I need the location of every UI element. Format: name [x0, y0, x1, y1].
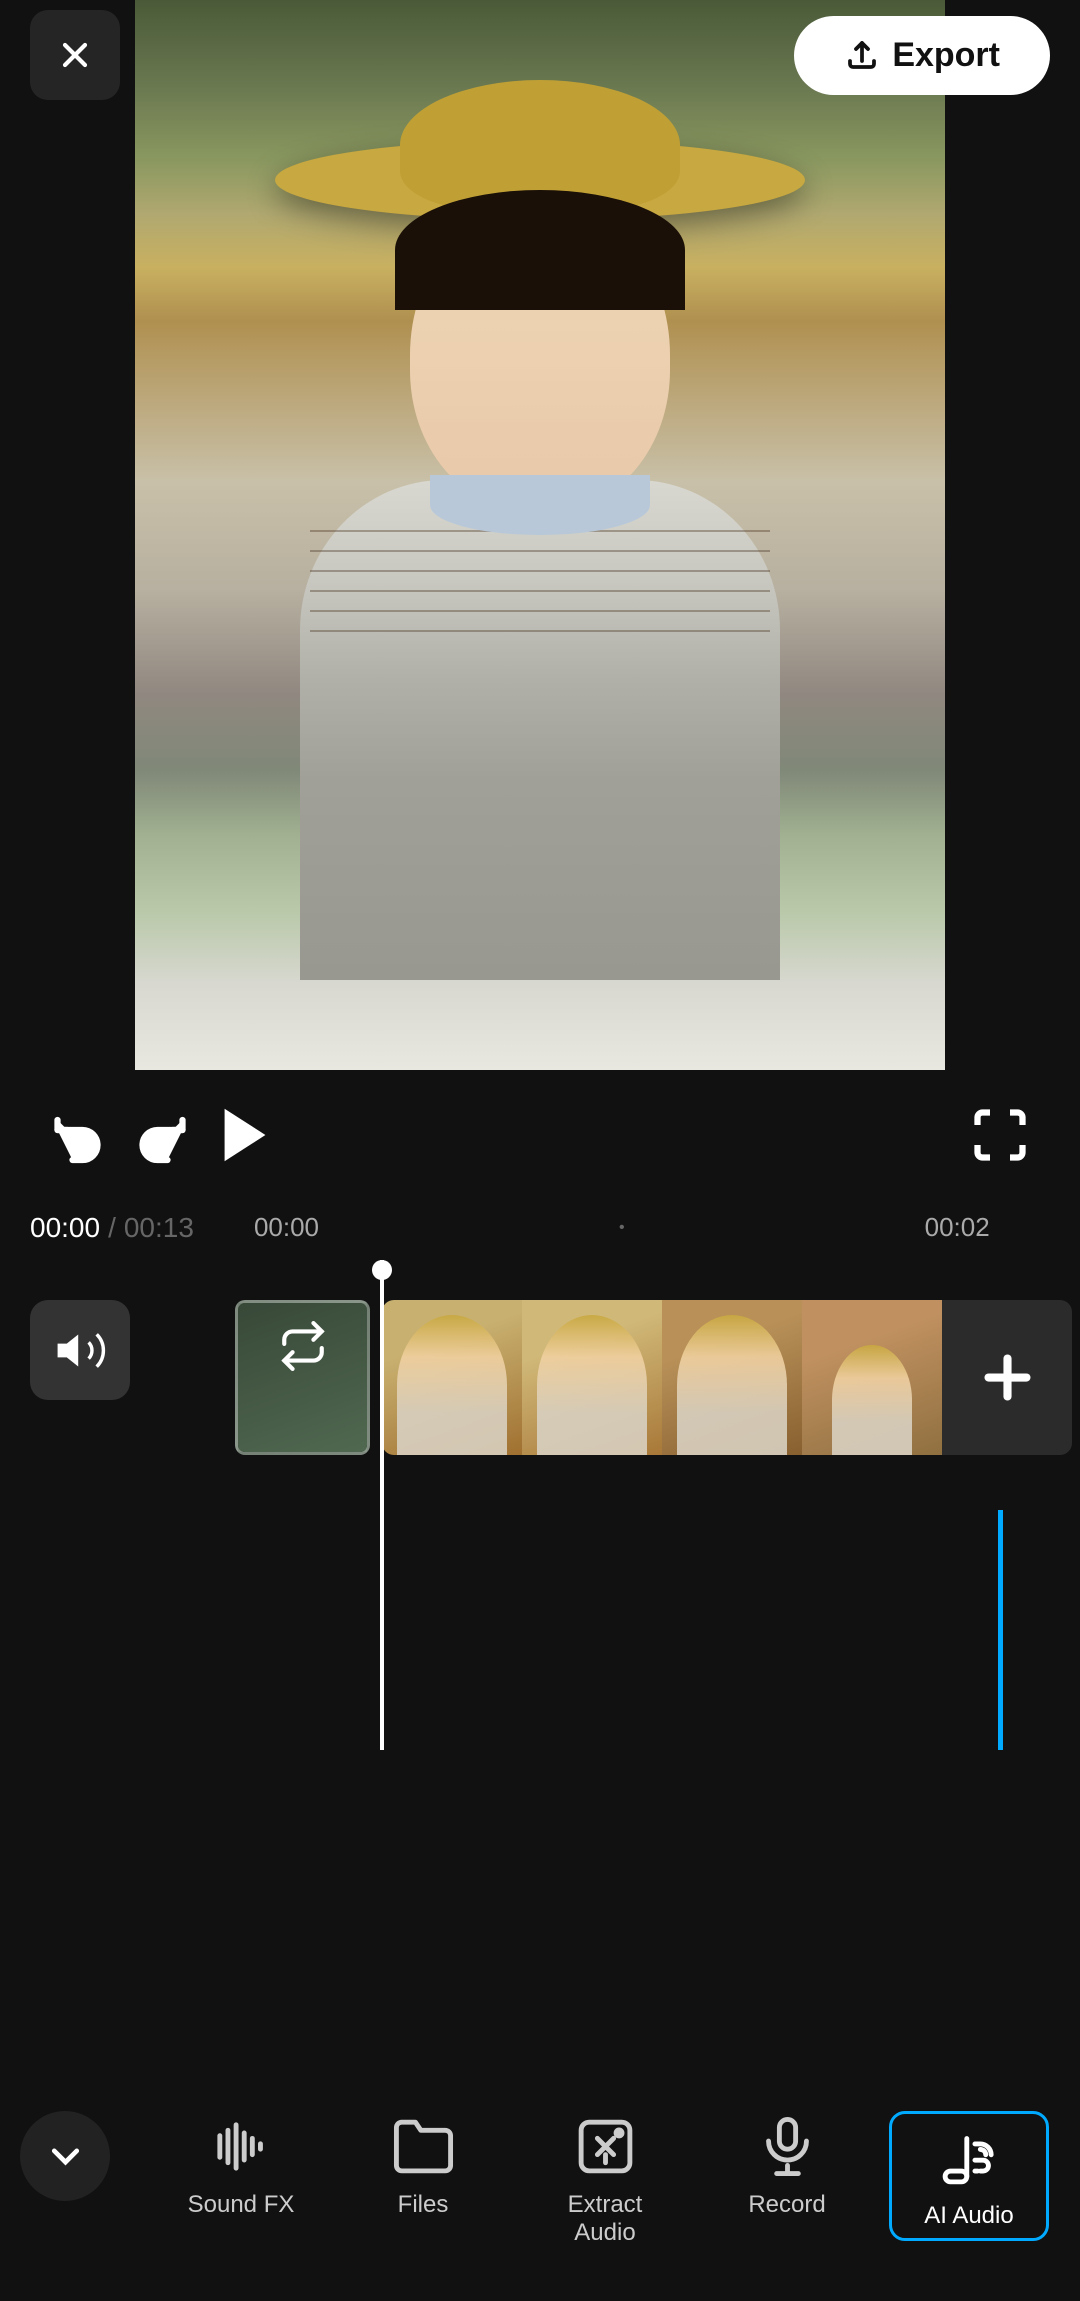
- fullscreen-button[interactable]: [960, 1095, 1040, 1175]
- files-label: Files: [398, 2191, 449, 2219]
- ai-audio-icon: [934, 2122, 1004, 2192]
- files-icon: [388, 2111, 458, 2181]
- export-label: Export: [892, 36, 1000, 75]
- record-label: Record: [748, 2191, 825, 2219]
- toolbar-item-ai-audio[interactable]: AI Audio: [889, 2111, 1049, 2241]
- timestamp-row: 00:00 / 00:13 00:00 • 00:02 •: [0, 1195, 1080, 1260]
- close-button[interactable]: [30, 10, 120, 100]
- time-separator: /: [108, 1212, 116, 1244]
- timeline-area: Cover: [0, 1260, 1080, 1750]
- sound-fx-icon: [206, 2111, 276, 2181]
- extract-audio-label: ExtractAudio: [568, 2191, 643, 2247]
- ts-label-mid: 00:02: [925, 1212, 990, 1243]
- add-clip-button[interactable]: [942, 1300, 1072, 1455]
- blue-arrow-indicator: [980, 1510, 1020, 1750]
- time-total: 00:13: [124, 1212, 194, 1244]
- undo-button[interactable]: [40, 1095, 120, 1175]
- redo-button[interactable]: [120, 1095, 200, 1175]
- ai-audio-label: AI Audio: [924, 2202, 1013, 2230]
- clip-thumb-4[interactable]: [802, 1300, 942, 1455]
- time-current: 00:00: [30, 1212, 100, 1244]
- sound-track[interactable]: [30, 1300, 130, 1400]
- clip-thumb-3[interactable]: [662, 1300, 802, 1455]
- export-button[interactable]: Export: [794, 16, 1050, 95]
- toolbar-item-files[interactable]: Files: [343, 2111, 503, 2219]
- top-bar: Export: [0, 0, 1080, 110]
- toolbar-items: Sound FX Files ExtractAudio: [130, 2111, 1080, 2247]
- toolbar-item-sound-fx[interactable]: Sound FX: [161, 2111, 321, 2219]
- video-preview: [135, 0, 945, 1070]
- extract-audio-icon: [570, 2111, 640, 2181]
- cover-thumbnail[interactable]: Cover: [235, 1300, 370, 1455]
- record-icon: [752, 2111, 822, 2181]
- toolbar-item-record[interactable]: Record: [707, 2111, 867, 2219]
- sound-fx-label: Sound FX: [188, 2191, 295, 2219]
- clip-thumb-1[interactable]: [382, 1300, 522, 1455]
- cover-icon: [278, 1321, 328, 1376]
- toolbar-item-extract-audio[interactable]: ExtractAudio: [525, 2111, 685, 2247]
- clip-thumb-2[interactable]: [522, 1300, 662, 1455]
- collapse-button[interactable]: [20, 2111, 110, 2201]
- playback-bar: [0, 1070, 1080, 1200]
- play-button[interactable]: [200, 1090, 290, 1180]
- ts-label-start: 00:00: [254, 1212, 319, 1243]
- playhead: [380, 1260, 384, 1750]
- bottom-toolbar: Sound FX Files ExtractAudio: [0, 2081, 1080, 2301]
- collapse-section: [0, 2111, 130, 2201]
- clips-row: [382, 1300, 1080, 1455]
